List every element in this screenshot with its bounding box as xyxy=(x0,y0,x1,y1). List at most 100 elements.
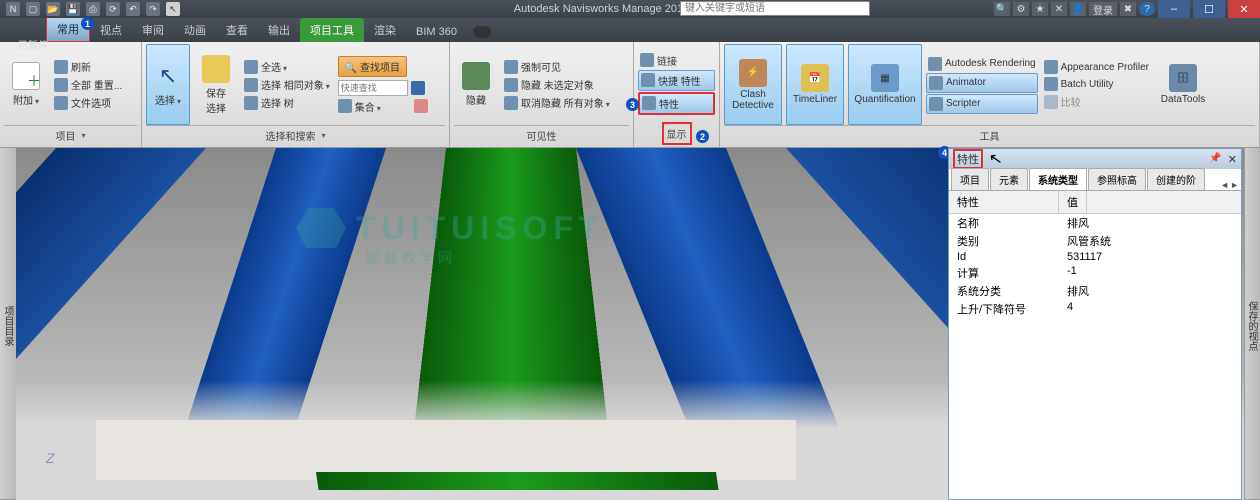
help-icon[interactable]: ? xyxy=(1139,2,1155,16)
tab-prev-icon[interactable]: ◄ xyxy=(1220,180,1229,190)
timeliner-button[interactable]: 📅 TimeLiner xyxy=(786,44,844,125)
tab-next-icon[interactable]: ► xyxy=(1230,180,1239,190)
app-menu-icon[interactable]: N xyxy=(6,2,20,16)
scripter-button[interactable]: Scripter xyxy=(926,94,1038,114)
panel-close-icon[interactable]: ✕ xyxy=(1228,153,1237,166)
infocenter-icon[interactable]: 🔍 xyxy=(994,2,1010,16)
prop-value: 风管系统 xyxy=(1059,233,1111,249)
title-bar: N ▢ 📂 💾 ⎙ ⟳ ↶ ↷ ↖ Autodesk Navisworks Ma… xyxy=(0,0,1260,18)
property-row[interactable]: 计算-1 xyxy=(949,264,1241,282)
redo-icon[interactable]: ↷ xyxy=(146,2,160,16)
ribbon-group-tools: ⚡ Clash Detective 📅 TimeLiner ▦ Quantifi… xyxy=(720,42,1260,147)
nav-icon-3[interactable]: ✕ xyxy=(1051,2,1067,16)
open-icon[interactable]: 📂 xyxy=(46,2,60,16)
vtab-saved-views[interactable]: 保存的视点 xyxy=(1243,152,1260,500)
tab-review[interactable]: 审阅 xyxy=(132,18,174,42)
property-row[interactable]: Id531117 xyxy=(949,250,1241,264)
axis-compass: Z xyxy=(46,450,106,490)
cursor-qat-icon[interactable]: ↖ xyxy=(166,2,180,16)
quick-prop-icon xyxy=(641,73,655,87)
ribbon-tabs: 常用 视点 审阅 动画 查看 输出 项目工具 渲染 BIM 360 xyxy=(0,18,1260,42)
exchange-icon[interactable]: ✖ xyxy=(1120,2,1136,16)
refresh-button[interactable]: 刷新 xyxy=(52,58,124,75)
ptab-element[interactable]: 元素 xyxy=(990,168,1028,190)
force-visible-button[interactable]: 强制可见 xyxy=(502,58,612,75)
go-icon[interactable] xyxy=(411,81,425,95)
nav-icon-2[interactable]: ★ xyxy=(1032,2,1048,16)
quantification-button[interactable]: ▦ Quantification xyxy=(848,44,922,125)
unhide-all-button[interactable]: 取消隐藏 所有对象 xyxy=(502,94,612,111)
render-icon xyxy=(928,57,942,71)
find-items-button[interactable]: 🔍 查找项目 xyxy=(338,56,407,77)
login-label[interactable]: 登录 xyxy=(1089,2,1117,16)
sets-button[interactable]: 集合 xyxy=(336,98,430,115)
reset-button[interactable]: 全部 重置... xyxy=(52,76,124,93)
select-same-button[interactable]: 选择 相同对象 xyxy=(242,76,332,93)
watermark: TUITUISOFT xyxy=(296,208,604,248)
keyword-search-input[interactable] xyxy=(680,1,870,16)
hide-button[interactable]: 隐藏 xyxy=(454,44,498,125)
user-icon[interactable]: 👤 xyxy=(1070,2,1086,16)
tab-render[interactable]: 渲染 xyxy=(364,18,406,42)
print-icon[interactable]: ⎙ xyxy=(86,2,100,16)
scripter-icon xyxy=(929,97,943,111)
properties-panel: 特性 ↖ 📌 ✕ 项目 元素 系统类型 参照标高 创建的阶 ◄► 特性 值 名称… xyxy=(948,148,1242,500)
attach-button[interactable]: ＋ 附加 xyxy=(4,44,48,125)
tab-anim[interactable]: 动画 xyxy=(174,18,216,42)
quick-find-input[interactable] xyxy=(338,80,408,96)
pin-icon[interactable]: 📌 xyxy=(1209,153,1221,166)
property-row[interactable]: 系统分类排风 xyxy=(949,282,1241,300)
links-icon xyxy=(640,53,654,67)
batch-button[interactable]: Batch Utility xyxy=(1042,76,1151,92)
group-label-visibility: 可见性 xyxy=(454,125,629,145)
group-label-project: 项目 xyxy=(4,125,137,145)
cloud-icon[interactable] xyxy=(473,26,491,38)
ptab-reflevel[interactable]: 参照标高 xyxy=(1088,168,1146,190)
tab-output[interactable]: 输出 xyxy=(258,18,300,42)
ptab-phase[interactable]: 创建的阶 xyxy=(1147,168,1205,190)
tab-itemtools[interactable]: 项目工具 xyxy=(300,18,364,42)
undo-icon[interactable]: ↶ xyxy=(126,2,140,16)
select-all-button[interactable]: 全选 xyxy=(242,58,332,75)
property-row[interactable]: 上升/下降符号4 xyxy=(949,300,1241,318)
maximize-button[interactable]: ☐ xyxy=(1193,0,1225,18)
hide-icon xyxy=(462,62,490,90)
tab-view[interactable]: 查看 xyxy=(216,18,258,42)
properties-button[interactable]: 特性 xyxy=(638,92,715,115)
hide-unselected-button[interactable]: 隐藏 未选定对象 xyxy=(502,76,612,93)
properties-title-bar[interactable]: 特性 ↖ 📌 ✕ xyxy=(949,149,1241,169)
compare-button[interactable]: 比较 xyxy=(1042,93,1151,110)
links-button[interactable]: 链接 xyxy=(638,52,715,69)
appearance-button[interactable]: Appearance Profiler xyxy=(1042,59,1151,75)
property-row[interactable]: 类别风管系统 xyxy=(949,232,1241,250)
file-opts-button[interactable]: 文件选项 xyxy=(52,94,124,111)
right-side-tabs: 保存的视点 xyxy=(1244,148,1260,500)
refresh-qat-icon[interactable]: ⟳ xyxy=(106,2,120,16)
select-tree-button[interactable]: 选择 树 xyxy=(242,94,332,111)
select-button[interactable]: ↖ 选择 xyxy=(146,44,190,125)
tree-icon xyxy=(244,96,258,110)
prop-value: 531117 xyxy=(1059,251,1102,263)
prop-key: 计算 xyxy=(949,265,1059,281)
vtab-itemtree[interactable]: 项目目录 xyxy=(0,152,16,500)
datatools-button[interactable]: 🗄 DataTools xyxy=(1155,44,1211,125)
property-row[interactable]: 名称排风 xyxy=(949,214,1241,232)
clash-button[interactable]: ⚡ Clash Detective xyxy=(724,44,782,125)
ptab-systemtype[interactable]: 系统类型 xyxy=(1029,168,1087,190)
close-button[interactable]: ✕ xyxy=(1228,0,1260,18)
prop-value: 排风 xyxy=(1059,283,1089,299)
tab-bim360[interactable]: BIM 360 xyxy=(406,22,467,42)
render-button[interactable]: Autodesk Rendering xyxy=(926,56,1038,72)
animator-button[interactable]: Animator xyxy=(926,73,1038,93)
animator-icon xyxy=(929,76,943,90)
nav-icon-1[interactable]: ⚙ xyxy=(1013,2,1029,16)
quick-properties-button[interactable]: 快捷 特性 xyxy=(638,70,715,91)
new-icon[interactable]: ▢ xyxy=(26,2,40,16)
ribbon-group-project: ＋ 附加 刷新 全部 重置... 文件选项 项目 xyxy=(0,42,142,147)
ptab-item[interactable]: 项目 xyxy=(951,168,989,190)
properties-grid: 特性 值 名称排风类别风管系统Id531117计算-1系统分类排风上升/下降符号… xyxy=(949,191,1241,318)
save-selection-button[interactable]: 保存 选择 xyxy=(194,44,238,125)
minimize-button[interactable]: – xyxy=(1158,0,1190,18)
tab-viewpoint[interactable]: 视点 xyxy=(90,18,132,42)
save-icon[interactable]: 💾 xyxy=(66,2,80,16)
